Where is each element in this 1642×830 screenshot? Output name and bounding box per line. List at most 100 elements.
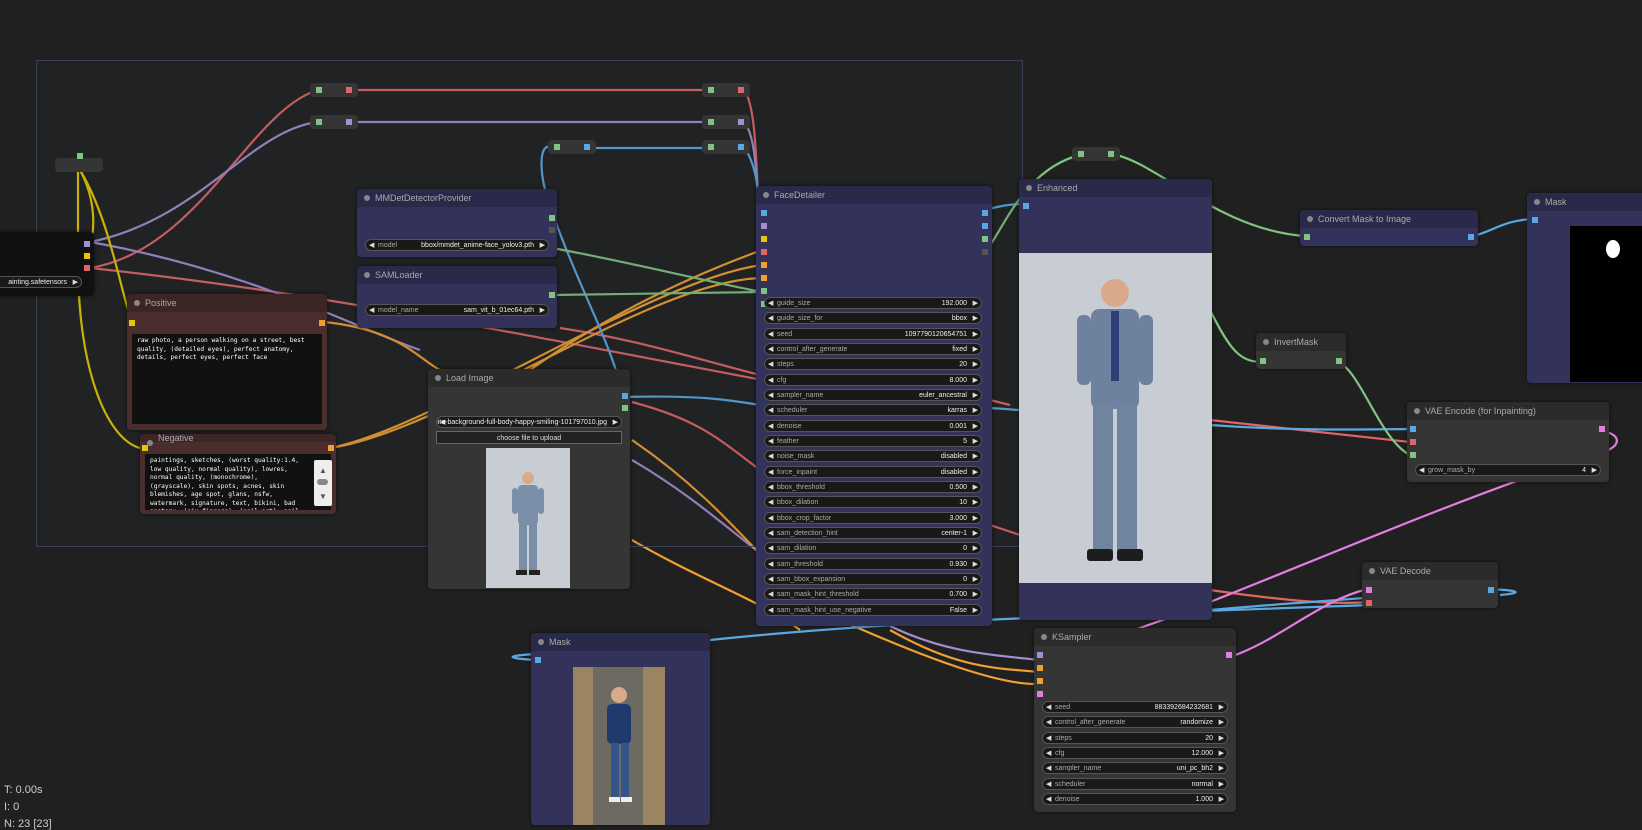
- widget-denoise[interactable]: ◀ denoise 1.000 ▶: [1042, 792, 1228, 806]
- reroute-output-slot[interactable]: [738, 87, 744, 93]
- reroute-model-2[interactable]: [702, 115, 750, 129]
- pixels-input-slot[interactable]: [1410, 426, 1416, 432]
- reroute-input-slot[interactable]: [1078, 151, 1084, 157]
- widget-sam-bbox-expansion[interactable]: ◀ sam_bbox_expansion 0 ▶: [764, 572, 982, 586]
- image-select[interactable]: ◀ business-man-isolated-white-background…: [436, 416, 622, 428]
- positive-input-slot[interactable]: [761, 262, 767, 268]
- positive-input-slot[interactable]: [1037, 665, 1043, 671]
- reroute-input-slot[interactable]: [316, 87, 322, 93]
- next-arrow-icon[interactable]: ▶: [973, 421, 978, 433]
- mask-input-slot[interactable]: [1304, 234, 1310, 240]
- next-arrow-icon[interactable]: ▶: [973, 344, 978, 356]
- prev-arrow-icon[interactable]: ◀: [768, 329, 773, 341]
- prev-arrow-icon[interactable]: ◀: [768, 467, 773, 479]
- mask-input-slot[interactable]: [1260, 358, 1266, 364]
- widget-sam-mask-hint-use-negative[interactable]: ◀ sam_mask_hint_use_negative False ▶: [764, 603, 982, 616]
- next-arrow-icon[interactable]: ▶: [973, 390, 978, 402]
- prev-arrow-icon[interactable]: ◀: [768, 589, 773, 601]
- negative-prompt-node[interactable]: Negative paintings, sketches, (worst qua…: [140, 434, 336, 514]
- prev-arrow-icon[interactable]: ◀: [768, 405, 773, 417]
- mmdet-detector-node[interactable]: MMDetDetectorProvider ◀ model bbox/mmdet…: [357, 189, 557, 257]
- next-arrow-icon[interactable]: ▶: [973, 298, 978, 310]
- next-arrow-icon[interactable]: ▶: [973, 467, 978, 479]
- next-arrow-icon[interactable]: ▶: [973, 559, 978, 571]
- positive-prompt-node[interactable]: Positive raw photo, a person walking on …: [127, 294, 327, 430]
- next-arrow-icon[interactable]: ▶: [1219, 717, 1224, 729]
- prev-arrow-icon[interactable]: ◀: [1046, 779, 1051, 791]
- next-arrow-icon[interactable]: ▶: [613, 417, 618, 427]
- prev-arrow-icon[interactable]: ◀: [768, 451, 773, 463]
- prev-arrow-icon[interactable]: ◀: [768, 559, 773, 571]
- clip-output-slot[interactable]: [84, 253, 90, 259]
- next-arrow-icon[interactable]: ▶: [973, 451, 978, 463]
- widget-scheduler[interactable]: ◀ scheduler karras ▶: [764, 404, 982, 417]
- vae-output-slot[interactable]: [84, 265, 90, 271]
- model-input-slot[interactable]: [761, 223, 767, 229]
- widget-sampler-name[interactable]: ◀ sampler_name uni_pc_bh2 ▶: [1042, 762, 1228, 775]
- conditioning-output-slot[interactable]: [319, 320, 325, 326]
- widget-control-after-generate[interactable]: ◀ control_after_generate randomize ▶: [1042, 716, 1228, 729]
- detailer-pipe-output-slot[interactable]: [982, 249, 988, 255]
- reroute-input-slot[interactable]: [708, 144, 714, 150]
- next-arrow-icon[interactable]: ▶: [1219, 779, 1224, 791]
- next-arrow-icon[interactable]: ▶: [973, 543, 978, 555]
- model-name-select[interactable]: ◀ model_name sam_vit_b_01ec64.pth ▶: [365, 304, 549, 316]
- next-arrow-icon[interactable]: ▶: [973, 482, 978, 494]
- prev-arrow-icon[interactable]: ◀: [369, 240, 374, 252]
- next-arrow-icon[interactable]: ▶: [1592, 465, 1597, 477]
- scroll-down-icon[interactable]: ▼: [319, 492, 327, 501]
- prompt-textarea[interactable]: paintings, sketches, (worst quality:1.4,…: [145, 454, 331, 510]
- sam-model-output-slot[interactable]: [549, 292, 555, 298]
- scroll-thumb[interactable]: [317, 479, 328, 485]
- grow-mask-by-widget[interactable]: ◀ grow_mask_by 4 ▶: [1415, 464, 1601, 476]
- prev-arrow-icon[interactable]: ◀: [768, 298, 773, 310]
- next-arrow-icon[interactable]: ▶: [1219, 794, 1224, 806]
- prev-arrow-icon[interactable]: ◀: [768, 436, 773, 448]
- reroute-output-slot[interactable]: [584, 144, 590, 150]
- next-arrow-icon[interactable]: ▶: [973, 359, 978, 371]
- widget-seed[interactable]: ◀ seed 1097790120654751 ▶: [764, 327, 982, 341]
- prev-arrow-icon[interactable]: ◀: [768, 359, 773, 371]
- reroute-image-1[interactable]: [548, 140, 596, 154]
- vae-input-slot[interactable]: [1410, 439, 1416, 445]
- reroute-input-slot[interactable]: [554, 144, 560, 150]
- reroute-output-slot[interactable]: [346, 119, 352, 125]
- face-detailer-node[interactable]: FaceDetailer ◀ guide_size 192.000 ▶ ◀ guide_s…: [756, 186, 992, 626]
- widget-cfg[interactable]: ◀ cfg 8.000 ▶: [764, 373, 982, 386]
- mask-preview-node-right[interactable]: Mask: [1527, 193, 1642, 383]
- prev-arrow-icon[interactable]: ◀: [1046, 748, 1051, 760]
- reroute-clip[interactable]: [55, 153, 103, 172]
- next-arrow-icon[interactable]: ▶: [973, 513, 978, 525]
- image-output-slot[interactable]: [982, 210, 988, 216]
- next-arrow-icon[interactable]: ▶: [973, 436, 978, 448]
- widget-bbox-threshold[interactable]: ◀ bbox_threshold 0.500 ▶: [764, 480, 982, 494]
- widget-seed[interactable]: ◀ seed 883392684232681 ▶: [1042, 701, 1228, 713]
- next-arrow-icon[interactable]: ▶: [1219, 702, 1224, 714]
- next-arrow-icon[interactable]: ▶: [1219, 748, 1224, 760]
- model-input-slot[interactable]: [1037, 652, 1043, 658]
- widget-cfg[interactable]: ◀ cfg 12.000 ▶: [1042, 746, 1228, 760]
- next-arrow-icon[interactable]: ▶: [540, 305, 545, 317]
- conditioning-output-slot[interactable]: [328, 445, 334, 451]
- negative-input-slot[interactable]: [761, 275, 767, 281]
- prev-arrow-icon[interactable]: ◀: [768, 344, 773, 356]
- image-output-slot[interactable]: [1468, 234, 1474, 240]
- widget-denoise[interactable]: ◀ denoise 0.001 ▶: [764, 419, 982, 433]
- convert-mask-node[interactable]: Convert Mask to Image: [1300, 210, 1478, 246]
- prev-arrow-icon[interactable]: ◀: [1419, 465, 1424, 477]
- next-arrow-icon[interactable]: ▶: [973, 574, 978, 586]
- reroute-input-slot[interactable]: [316, 119, 322, 125]
- widget-bbox-crop-factor[interactable]: ◀ bbox_crop_factor 3.000 ▶: [764, 511, 982, 525]
- prev-arrow-icon[interactable]: ◀: [768, 528, 773, 540]
- prev-arrow-icon[interactable]: ◀: [1046, 763, 1051, 775]
- prev-arrow-icon[interactable]: ◀: [768, 497, 773, 509]
- widget-steps[interactable]: ◀ steps 20 ▶: [764, 358, 982, 371]
- vae-decode-node[interactable]: VAE Decode: [1362, 562, 1498, 608]
- next-arrow-icon[interactable]: ▶: [973, 497, 978, 509]
- mask-output-slot[interactable]: [622, 405, 628, 411]
- reroute-model-1[interactable]: [310, 115, 358, 129]
- load-image-node[interactable]: Load Image ◀ business-man-isolated-white…: [428, 369, 630, 589]
- widget-bbox-dilation[interactable]: ◀ bbox_dilation 10 ▶: [764, 496, 982, 509]
- mask-preview-node-bottom[interactable]: Mask: [531, 633, 710, 825]
- image-output-slot[interactable]: [622, 393, 628, 399]
